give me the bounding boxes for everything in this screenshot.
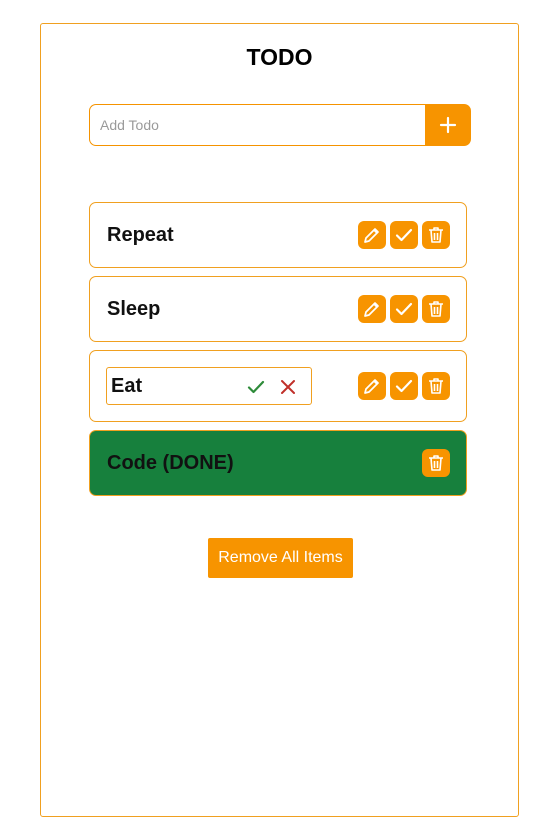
edit-todo-input[interactable] — [111, 371, 241, 401]
edit-button[interactable] — [358, 221, 386, 249]
pencil-icon — [364, 228, 379, 243]
edit-button[interactable] — [358, 372, 386, 400]
check-icon — [247, 380, 265, 394]
todo-item-actions — [358, 372, 450, 400]
add-todo-row — [89, 104, 471, 146]
todo-list: Repeat Sleep Eat Code (DONE) — [89, 202, 467, 504]
close-icon — [281, 380, 295, 394]
add-todo-button[interactable] — [425, 104, 471, 146]
todo-item-text: Sleep — [107, 297, 161, 320]
todo-item-done: Code (DONE) — [89, 430, 467, 496]
edit-todo-box — [106, 367, 312, 405]
pencil-icon — [364, 379, 379, 394]
plus-icon — [439, 116, 457, 134]
check-icon — [395, 228, 413, 242]
delete-button[interactable] — [422, 372, 450, 400]
todo-card: TODO Repeat — [40, 23, 519, 817]
cancel-edit-button[interactable] — [277, 376, 299, 398]
todo-item-editing — [89, 350, 467, 422]
pencil-icon — [364, 302, 379, 317]
todo-item-actions — [358, 221, 450, 249]
delete-button[interactable] — [422, 449, 450, 477]
complete-button[interactable] — [390, 221, 418, 249]
complete-button[interactable] — [390, 295, 418, 323]
trash-icon — [429, 227, 443, 243]
todo-item-actions — [358, 295, 450, 323]
trash-icon — [429, 301, 443, 317]
todo-item: Repeat — [89, 202, 467, 268]
add-todo-input[interactable] — [89, 104, 425, 146]
trash-icon — [429, 378, 443, 394]
todo-item-actions — [422, 449, 450, 477]
check-icon — [395, 302, 413, 316]
edit-button[interactable] — [358, 295, 386, 323]
complete-button[interactable] — [390, 372, 418, 400]
todo-item: Sleep — [89, 276, 467, 342]
delete-button[interactable] — [422, 221, 450, 249]
trash-icon — [429, 455, 443, 471]
check-icon — [395, 379, 413, 393]
todo-item-text: Code (DONE) — [107, 451, 234, 474]
confirm-edit-button[interactable] — [245, 376, 267, 398]
delete-button[interactable] — [422, 295, 450, 323]
todo-item-text: Repeat — [107, 223, 174, 246]
page-title: TODO — [246, 44, 313, 70]
remove-all-button[interactable]: Remove All Items — [208, 538, 353, 578]
